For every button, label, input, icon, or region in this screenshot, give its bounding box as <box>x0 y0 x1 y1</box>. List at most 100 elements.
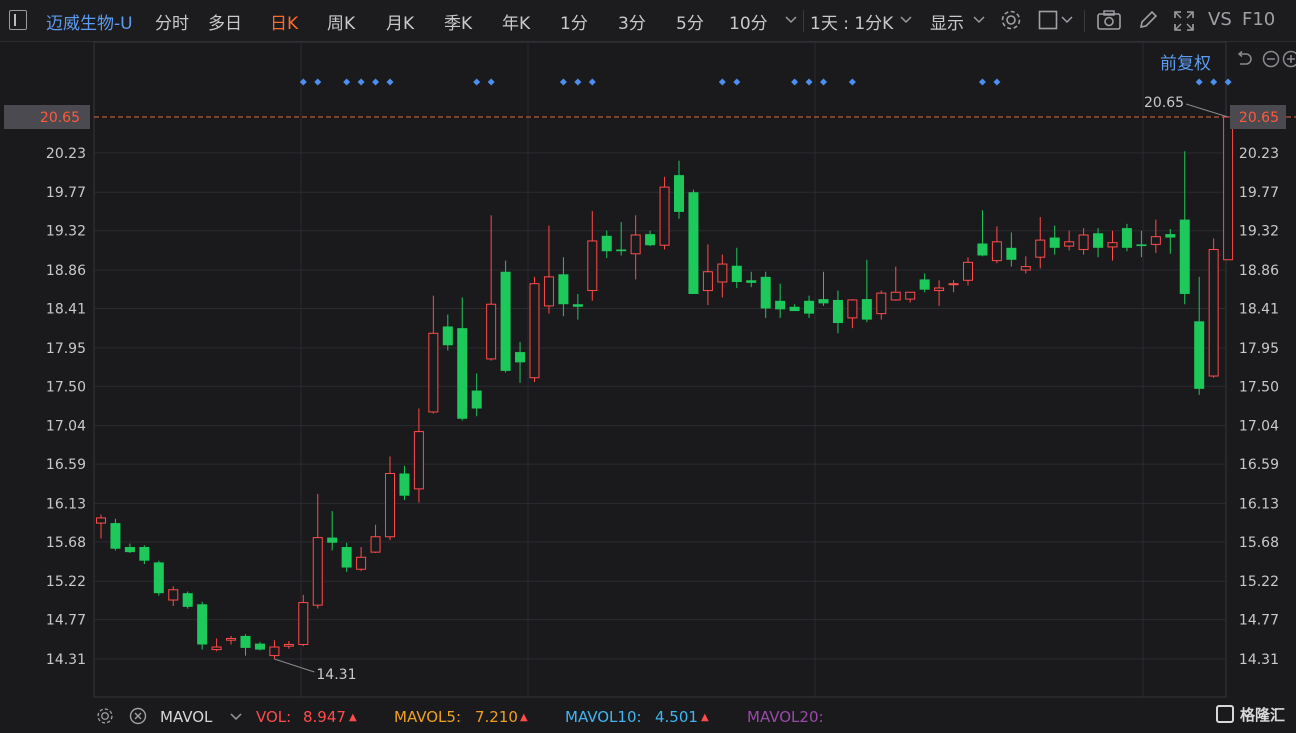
y-tick-label-right: 17.50 <box>1239 379 1279 395</box>
y-tick-label-right: 18.41 <box>1239 301 1279 317</box>
tab-quarter-k[interactable]: 季K <box>444 9 472 34</box>
f10-button[interactable]: F10 <box>1242 9 1275 30</box>
zoom-out-icon[interactable] <box>1262 50 1280 68</box>
event-marker <box>805 78 813 86</box>
candle-body <box>312 537 323 606</box>
pen-icon[interactable] <box>1137 9 1159 31</box>
tab-duori[interactable]: 多日 <box>208 9 242 34</box>
tab-5min[interactable]: 5分 <box>676 9 704 34</box>
y-tick-label-left: 14.31 <box>46 652 86 668</box>
gear-icon[interactable] <box>96 707 114 725</box>
stock-name[interactable]: 迈威生物-U <box>46 9 133 34</box>
chevron-down-icon[interactable] <box>230 712 242 722</box>
event-marker <box>487 78 495 86</box>
event-marker <box>299 78 307 86</box>
close-icon[interactable] <box>129 707 147 725</box>
candle-down <box>601 230 612 259</box>
candle-body <box>558 274 569 305</box>
candle-down <box>327 511 338 551</box>
candle-body <box>1136 244 1147 247</box>
zoom-in-icon[interactable] <box>1282 50 1296 68</box>
candle-body <box>963 261 973 281</box>
candle-down <box>746 271 757 288</box>
candle-up <box>486 215 497 361</box>
chevron-down-icon[interactable] <box>785 15 797 25</box>
tab-day-k[interactable]: 日K <box>270 9 298 34</box>
tab-10min[interactable]: 10分 <box>729 9 768 34</box>
candle-up <box>702 244 713 306</box>
watermark-logo: 格隆汇 <box>1240 706 1286 724</box>
sidebar-toggle-icon[interactable] <box>9 10 27 30</box>
candle-body <box>601 235 612 252</box>
candles <box>96 116 1234 659</box>
candle-body <box>876 292 887 315</box>
candle-body <box>861 299 872 320</box>
candle-body <box>731 265 742 282</box>
candle-up <box>847 299 858 329</box>
candle-down <box>341 542 352 572</box>
candle-down <box>457 297 468 421</box>
tab-month-k[interactable]: 月K <box>386 9 414 34</box>
candle-body <box>529 283 540 379</box>
candle-body <box>153 562 164 594</box>
y-tick-label-left: 17.95 <box>46 341 86 357</box>
chevron-down-icon[interactable] <box>900 15 912 25</box>
candle-body <box>1064 241 1075 247</box>
candle-down <box>1136 230 1147 258</box>
layout-square-icon[interactable] <box>1038 9 1074 31</box>
candle-down <box>919 273 930 293</box>
gear-icon[interactable] <box>1000 9 1022 31</box>
candle-up <box>428 295 439 414</box>
price-tag-right-bg <box>1230 105 1286 129</box>
y-tick-label-left: 14.77 <box>46 613 86 629</box>
tab-week-k[interactable]: 周K <box>327 9 355 34</box>
candle-body <box>500 271 511 371</box>
undo-icon[interactable] <box>1235 50 1253 68</box>
candle-down <box>139 545 150 565</box>
chevron-down-icon[interactable] <box>973 15 985 25</box>
candle-up <box>356 547 367 571</box>
tab-year-k[interactable]: 年K <box>502 9 530 34</box>
candle-body <box>804 300 815 314</box>
candle-body <box>226 637 237 641</box>
candle-down <box>110 518 121 551</box>
combo-select[interactable]: 1天 : 1分K <box>810 9 893 34</box>
max-label-leader <box>1185 103 1229 118</box>
candlestick-chart[interactable]: 20.23 20.23 19.77 19.77 19.32 19.32 18.86 18.86… <box>0 0 1296 733</box>
candle-up <box>1208 238 1219 378</box>
tab-1min[interactable]: 1分 <box>560 9 588 34</box>
mavol20-label: MAVOL20: <box>747 708 824 726</box>
y-tick-label-left: 16.13 <box>46 496 86 512</box>
fullscreen-icon[interactable] <box>1172 9 1196 33</box>
candle-down <box>1165 228 1176 254</box>
indicator-bar: MAVOL VOL: 8.947 ▲ MAVOL5: 7.210 ▲ MAVOL… <box>0 700 1296 733</box>
price-adjust-toggle[interactable]: 前复权 <box>1160 49 1211 74</box>
candle-body <box>327 537 338 543</box>
candle-up <box>963 257 973 286</box>
candle-down <box>818 271 829 306</box>
candle-up <box>1150 219 1161 253</box>
candle-body <box>298 602 309 645</box>
candle-up <box>1078 228 1089 255</box>
tab-3min[interactable]: 3分 <box>618 9 646 34</box>
candle-body <box>182 593 193 607</box>
candle-up <box>1064 230 1075 251</box>
candle-down <box>789 304 800 312</box>
max-price-label: 20.65 <box>1144 95 1184 111</box>
candle-body <box>1223 116 1234 261</box>
candle-body <box>977 243 988 256</box>
candle-body <box>486 303 497 360</box>
event-marker <box>372 78 380 86</box>
candle-down <box>804 295 815 318</box>
candle-body <box>905 291 916 300</box>
vs-button[interactable]: VS <box>1208 9 1232 30</box>
candle-down <box>254 641 265 651</box>
candle-body <box>1078 234 1089 251</box>
camera-icon[interactable] <box>1096 9 1122 31</box>
display-menu[interactable]: 显示 <box>930 9 964 34</box>
tab-fenshi[interactable]: 分时 <box>155 9 189 34</box>
y-tick-label-left: 15.22 <box>46 574 86 590</box>
indicator-name[interactable]: MAVOL <box>160 708 212 726</box>
candle-body <box>587 240 598 292</box>
logo-icon <box>1216 705 1234 723</box>
